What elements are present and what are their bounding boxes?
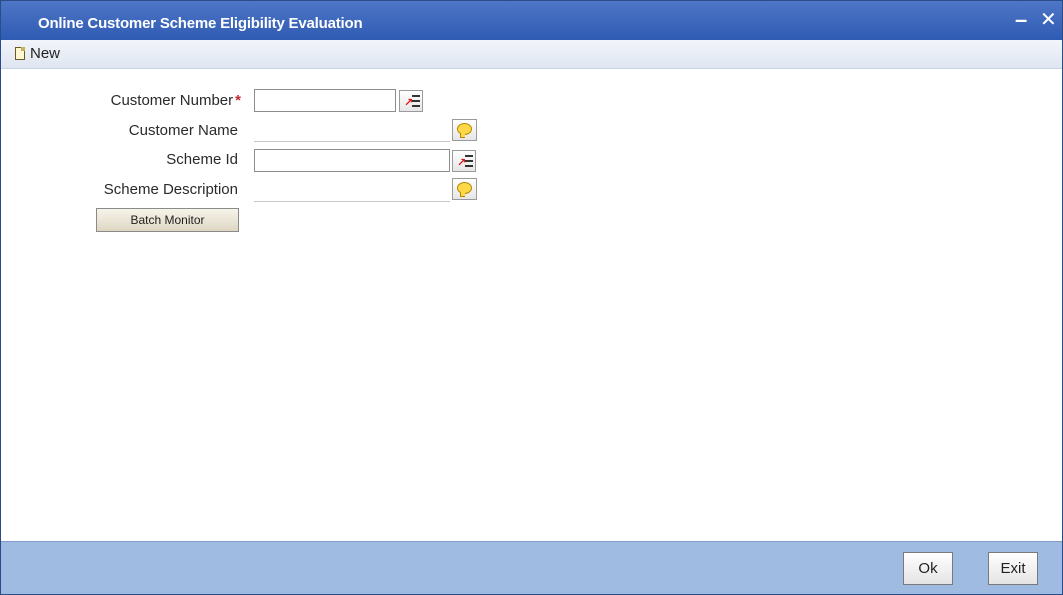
scheme-id-input[interactable] bbox=[254, 149, 450, 172]
scheme-id-label: Scheme Id bbox=[166, 151, 238, 168]
new-document-icon bbox=[15, 47, 25, 60]
customer-number-input[interactable] bbox=[254, 89, 396, 112]
customer-number-label: Customer Number * bbox=[21, 92, 241, 109]
title-bar: Online Customer Scheme Eligibility Evalu… bbox=[1, 1, 1062, 40]
batch-monitor-button[interactable]: Batch Monitor bbox=[96, 208, 239, 232]
app-window: Online Customer Scheme Eligibility Evalu… bbox=[0, 0, 1063, 595]
customer-name-label: Customer Name bbox=[128, 122, 238, 139]
scheme-id-lov-button[interactable]: ↗ bbox=[452, 150, 476, 172]
required-indicator: * bbox=[235, 92, 241, 109]
scheme-description-info-button[interactable] bbox=[452, 178, 477, 200]
list-icon bbox=[412, 95, 420, 108]
footer-bar: Ok Exit bbox=[1, 541, 1062, 594]
scheme-description-field bbox=[254, 201, 450, 202]
new-button-label: New bbox=[30, 45, 61, 62]
speech-bubble-icon bbox=[457, 123, 472, 138]
customer-number-label-text: Customer Number bbox=[110, 92, 234, 109]
window-title: Online Customer Scheme Eligibility Evalu… bbox=[38, 15, 363, 32]
close-icon[interactable]: ✕ bbox=[1040, 7, 1057, 32]
minimize-icon[interactable]: – bbox=[1015, 7, 1027, 33]
exit-button[interactable]: Exit bbox=[988, 552, 1038, 585]
customer-name-field bbox=[254, 141, 450, 142]
customer-name-info-button[interactable] bbox=[452, 119, 477, 141]
speech-bubble-icon bbox=[457, 182, 472, 197]
list-icon bbox=[465, 155, 473, 168]
toolbar: New bbox=[1, 40, 1062, 69]
ok-button[interactable]: Ok bbox=[903, 552, 953, 585]
customer-number-lov-button[interactable]: ↗ bbox=[399, 90, 423, 112]
scheme-description-label: Scheme Description bbox=[103, 181, 238, 198]
